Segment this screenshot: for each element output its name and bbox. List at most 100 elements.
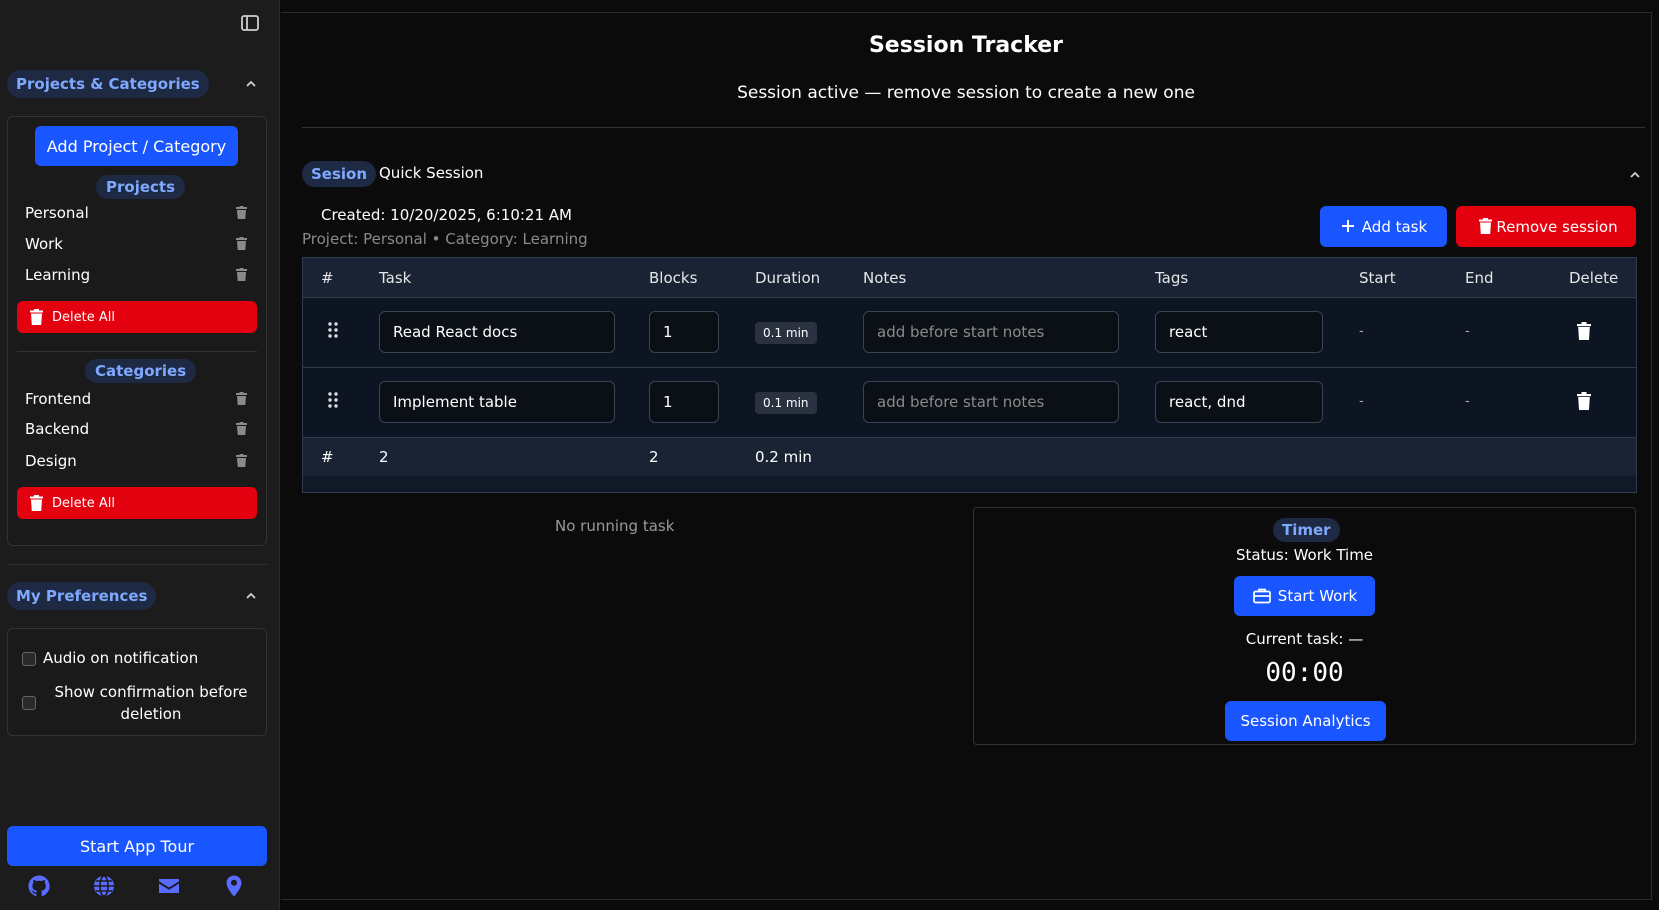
blocks-input[interactable]: 1 <box>649 381 719 423</box>
start-time: - <box>1359 394 1364 409</box>
chevron-up-icon[interactable] <box>245 78 257 90</box>
table-row: Implement table 1 0.1 min add before sta… <box>303 368 1636 438</box>
footer-blocks-total: 2 <box>649 448 659 466</box>
projects-section-header[interactable]: Projects & Categories <box>7 70 267 98</box>
task-table: # Task Blocks Duration Notes Tags Start … <box>302 257 1637 493</box>
audio-label: Audio on notification <box>43 649 199 667</box>
confirm-label-line2: deletion <box>120 705 182 723</box>
projects-section-title: Projects & Categories <box>7 70 209 98</box>
location-pin-icon[interactable] <box>222 874 246 898</box>
delete-all-label: Delete All <box>52 495 115 511</box>
tags-input[interactable]: react, dnd <box>1155 381 1323 423</box>
project-label: Work <box>25 235 63 253</box>
notes-input[interactable]: add before start notes <box>863 381 1119 423</box>
confirm-delete-checkbox[interactable] <box>22 696 36 710</box>
trash-icon[interactable] <box>1577 322 1591 340</box>
categories-label: Categories <box>85 359 197 383</box>
delete-all-projects-button[interactable]: Delete All <box>17 301 257 333</box>
tags-input[interactable]: react <box>1155 311 1323 353</box>
project-label: Personal <box>25 204 89 222</box>
category-label: Backend <box>25 420 90 438</box>
current-task: Current task: — <box>1245 630 1364 648</box>
drag-handle-icon[interactable] <box>328 322 338 338</box>
column-header-tags: Tags <box>1155 269 1189 287</box>
page-title: Session Tracker <box>868 33 1064 58</box>
chevron-up-icon[interactable] <box>245 590 257 602</box>
trash-icon[interactable] <box>236 422 247 435</box>
column-header-end: End <box>1465 269 1494 287</box>
start-work-button[interactable]: Start Work <box>1234 576 1375 616</box>
start-time: - <box>1359 324 1364 339</box>
timer-clock: 00:00 <box>1265 658 1344 688</box>
delete-all-label: Delete All <box>52 309 115 325</box>
audio-pref-row: Audio on notification <box>22 649 262 669</box>
sidebar-toggle-icon[interactable] <box>240 14 260 32</box>
main-panel: Session Tracker Session active — remove … <box>281 12 1652 900</box>
footer-task-count: 2 <box>379 448 389 466</box>
add-task-label: Add task <box>1361 217 1428 236</box>
category-item-design[interactable]: Design <box>25 449 251 473</box>
column-header-start: Start <box>1359 269 1396 287</box>
timer-title: Timer <box>1273 518 1340 542</box>
remove-session-button[interactable]: Remove session <box>1456 206 1636 247</box>
preferences-section-header[interactable]: My Preferences <box>7 582 267 610</box>
duration-badge: 0.1 min <box>755 392 817 414</box>
category-item-backend[interactable]: Backend <box>25 417 251 441</box>
session-name: Quick Session <box>379 164 484 182</box>
trash-icon[interactable] <box>236 237 247 250</box>
column-header-delete: Delete <box>1569 269 1619 287</box>
globe-icon[interactable] <box>92 874 116 898</box>
sidebar: Projects & Categories Add Project / Cate… <box>0 0 280 910</box>
page-subtitle: Session active — remove session to creat… <box>737 83 1195 103</box>
footer-duration-total: 0.2 min <box>755 448 812 466</box>
end-time: - <box>1465 394 1470 409</box>
category-label: Design <box>25 452 77 470</box>
task-name-input[interactable]: Read React docs <box>379 311 615 353</box>
add-task-button[interactable]: Add task <box>1320 206 1447 247</box>
column-header-index: # <box>321 269 334 287</box>
projects-panel: Add Project / Category Projects Personal… <box>7 116 267 546</box>
project-item-personal[interactable]: Personal <box>25 201 251 225</box>
category-item-frontend[interactable]: Frontend <box>25 387 251 411</box>
trash-icon[interactable] <box>236 206 247 219</box>
column-header-duration: Duration <box>755 269 821 287</box>
no-running-task: No running task <box>555 517 675 535</box>
notes-input[interactable]: add before start notes <box>863 311 1119 353</box>
preferences-title: My Preferences <box>7 582 157 610</box>
trash-icon[interactable] <box>1577 392 1591 410</box>
trash-icon[interactable] <box>236 268 247 281</box>
audio-checkbox[interactable] <box>22 652 36 666</box>
end-time: - <box>1465 324 1470 339</box>
confirm-label: Show confirmation before deletion <box>43 681 259 725</box>
project-item-learning[interactable]: Learning <box>25 263 251 287</box>
trash-icon[interactable] <box>236 454 247 467</box>
drag-handle-icon[interactable] <box>328 392 338 408</box>
column-header-blocks: Blocks <box>649 269 698 287</box>
column-header-notes: Notes <box>863 269 907 287</box>
blocks-input[interactable]: 1 <box>649 311 719 353</box>
mail-icon[interactable] <box>157 874 181 898</box>
session-analytics-button[interactable]: Session Analytics <box>1225 701 1386 741</box>
plus-icon <box>1342 220 1354 232</box>
divider <box>302 127 1645 128</box>
projects-label: Projects <box>96 175 186 199</box>
table-header: # Task Blocks Duration Notes Tags Start … <box>303 258 1636 298</box>
start-work-label: Start Work <box>1277 587 1358 605</box>
divider <box>17 351 257 352</box>
remove-session-label: Remove session <box>1496 217 1618 236</box>
github-icon[interactable] <box>27 874 51 898</box>
project-item-work[interactable]: Work <box>25 232 251 256</box>
start-app-tour-button[interactable]: Start App Tour <box>7 826 267 866</box>
add-project-category-button[interactable]: Add Project / Category <box>35 126 238 166</box>
task-name-input[interactable]: Implement table <box>379 381 615 423</box>
session-meta: Project: Personal • Category: Learning <box>302 230 588 248</box>
preferences-panel: Audio on notification Show confirmation … <box>7 628 267 736</box>
chevron-up-icon[interactable] <box>1629 169 1641 181</box>
confirm-label-line1: Show confirmation before <box>54 683 248 701</box>
trash-icon <box>1479 218 1492 234</box>
trash-icon <box>30 309 43 325</box>
session-badge: Sesion <box>302 161 377 187</box>
trash-icon[interactable] <box>236 392 247 405</box>
column-header-task: Task <box>379 269 412 287</box>
delete-all-categories-button[interactable]: Delete All <box>17 487 257 519</box>
